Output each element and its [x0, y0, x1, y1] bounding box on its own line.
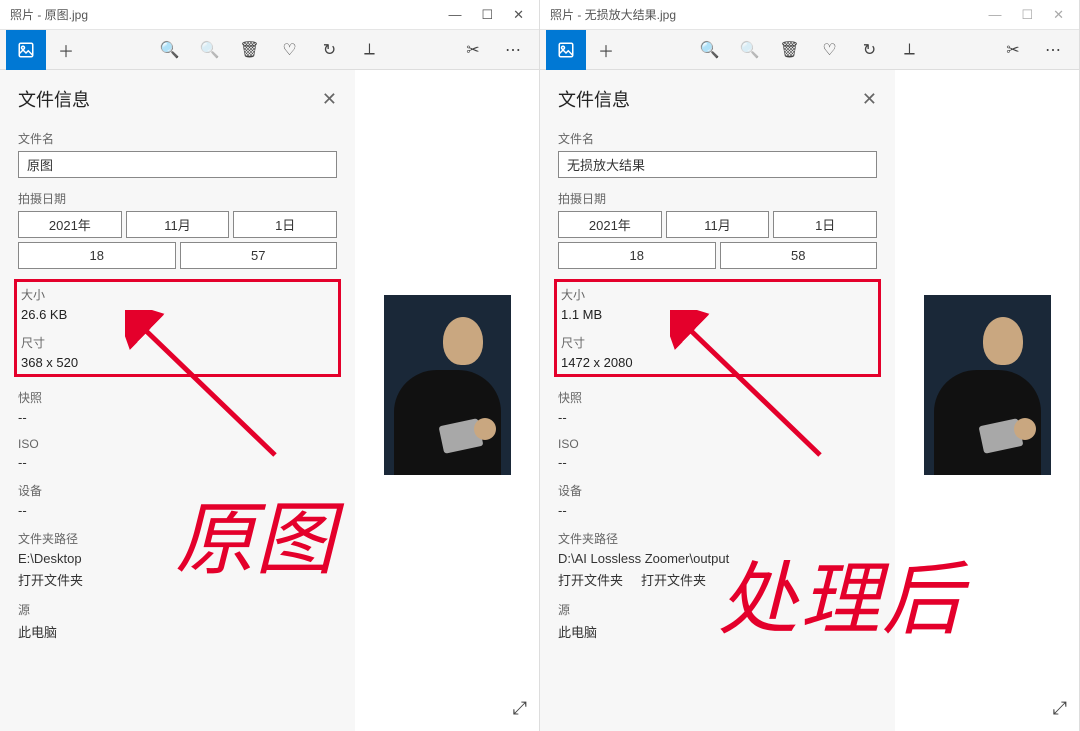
- crop-button[interactable]: ⟂: [890, 30, 930, 70]
- minute-input[interactable]: [180, 242, 338, 269]
- image-viewer[interactable]: ⤢: [355, 70, 539, 731]
- edit-button[interactable]: ✂: [993, 30, 1033, 70]
- file-info-panel: 文件信息 ✕ 文件名 拍摄日期 大小 26.6 KB 尺寸 368 x 520 …: [0, 70, 355, 731]
- zoom-in-button[interactable]: 🔍: [690, 30, 730, 70]
- snapshot-label: 快照: [558, 389, 877, 406]
- size-value: 26.6 KB: [21, 307, 334, 322]
- titlebar[interactable]: 照片 - 无损放大结果.jpg — ☐ ✕: [540, 0, 1079, 30]
- year-input[interactable]: [558, 211, 662, 238]
- snapshot-value: --: [558, 410, 877, 425]
- more-button[interactable]: ⋯: [493, 30, 533, 70]
- panel-title: 文件信息: [18, 86, 90, 112]
- edit-button[interactable]: ✂: [453, 30, 493, 70]
- snapshot-label: 快照: [18, 389, 337, 406]
- zoom-out-button[interactable]: 🔍: [730, 30, 770, 70]
- toolbar: ＋ 🔍 🔍 🗑 ♡ ↻ ⟂ ✂ ⋯: [540, 30, 1079, 70]
- content-area: 文件信息 ✕ 文件名 拍摄日期 大小 26.6 KB 尺寸 368 x 520 …: [0, 70, 539, 731]
- year-input[interactable]: [18, 211, 122, 238]
- filename-input[interactable]: [18, 151, 337, 178]
- hour-input[interactable]: [558, 242, 716, 269]
- month-input[interactable]: [126, 211, 230, 238]
- dim-value: 368 x 520: [21, 355, 334, 370]
- open-folder-link[interactable]: 打开文件夹: [558, 570, 623, 589]
- window-controls: — ☐ ✕: [448, 7, 539, 23]
- size-label: 大小: [21, 286, 334, 303]
- iso-value: --: [558, 455, 877, 470]
- delete-button[interactable]: 🗑: [770, 30, 810, 70]
- size-dim-highlight: 大小 1.1 MB 尺寸 1472 x 2080: [554, 279, 881, 377]
- photo-thumbnail: [384, 295, 511, 475]
- date-label: 拍摄日期: [558, 190, 877, 207]
- window-title: 照片 - 原图.jpg: [10, 6, 88, 23]
- minimize-button[interactable]: —: [448, 7, 461, 23]
- zoom-out-button[interactable]: 🔍: [190, 30, 230, 70]
- rotate-button[interactable]: ↻: [850, 30, 890, 70]
- iso-value: --: [18, 455, 337, 470]
- maximize-button[interactable]: ☐: [481, 7, 493, 23]
- iso-label: ISO: [18, 437, 337, 451]
- minimize-button[interactable]: —: [988, 7, 1001, 23]
- delete-button[interactable]: 🗑: [230, 30, 270, 70]
- crop-button[interactable]: ⟂: [350, 30, 390, 70]
- minute-input[interactable]: [720, 242, 878, 269]
- date-label: 拍摄日期: [18, 190, 337, 207]
- filename-label: 文件名: [18, 130, 337, 147]
- add-button[interactable]: ＋: [46, 30, 86, 70]
- close-button[interactable]: ✕: [1053, 7, 1064, 23]
- iso-label: ISO: [558, 437, 877, 451]
- add-button[interactable]: ＋: [586, 30, 626, 70]
- gallery-button[interactable]: [6, 30, 46, 70]
- panel-close-icon[interactable]: ✕: [322, 89, 337, 110]
- zoom-in-button[interactable]: 🔍: [150, 30, 190, 70]
- hour-input[interactable]: [18, 242, 176, 269]
- dim-label: 尺寸: [21, 334, 334, 351]
- annotation-label-processed: 处理后: [718, 535, 964, 651]
- day-input[interactable]: [233, 211, 337, 238]
- favorite-button[interactable]: ♡: [270, 30, 310, 70]
- favorite-button[interactable]: ♡: [810, 30, 850, 70]
- panel-close-icon[interactable]: ✕: [862, 89, 877, 110]
- titlebar[interactable]: 照片 - 原图.jpg — ☐ ✕: [0, 0, 539, 30]
- size-label: 大小: [561, 286, 874, 303]
- annotation-label-original: 原图: [175, 475, 335, 591]
- resize-handle-icon[interactable]: ⤢: [513, 698, 527, 719]
- dim-label: 尺寸: [561, 334, 874, 351]
- device-label: 设备: [558, 482, 877, 499]
- size-value: 1.1 MB: [561, 307, 874, 322]
- snapshot-value: --: [18, 410, 337, 425]
- source-value: 此电脑: [18, 622, 337, 641]
- filename-input[interactable]: [558, 151, 877, 178]
- photo-viewer-window-original: 照片 - 原图.jpg — ☐ ✕ ＋ 🔍 🔍 🗑 ♡ ↻ ⟂ ✂ ⋯ 文件信息…: [0, 0, 540, 731]
- photo-thumbnail: [924, 295, 1051, 475]
- day-input[interactable]: [773, 211, 877, 238]
- maximize-button[interactable]: ☐: [1021, 7, 1033, 23]
- toolbar: ＋ 🔍 🔍 🗑 ♡ ↻ ⟂ ✂ ⋯: [0, 30, 539, 70]
- photo-viewer-window-processed: 照片 - 无损放大结果.jpg — ☐ ✕ ＋ 🔍 🔍 🗑 ♡ ↻ ⟂ ✂ ⋯ …: [540, 0, 1080, 731]
- window-controls: — ☐ ✕: [988, 7, 1079, 23]
- filename-label: 文件名: [558, 130, 877, 147]
- device-value: --: [558, 503, 877, 518]
- close-button[interactable]: ✕: [513, 7, 524, 23]
- panel-title: 文件信息: [558, 86, 630, 112]
- size-dim-highlight: 大小 26.6 KB 尺寸 368 x 520: [14, 279, 341, 377]
- window-title: 照片 - 无损放大结果.jpg: [550, 6, 676, 23]
- source-label: 源: [18, 601, 337, 618]
- more-button[interactable]: ⋯: [1033, 30, 1073, 70]
- gallery-button[interactable]: [546, 30, 586, 70]
- month-input[interactable]: [666, 211, 770, 238]
- dim-value: 1472 x 2080: [561, 355, 874, 370]
- open-folder-link-2[interactable]: 打开文件夹: [641, 570, 706, 589]
- rotate-button[interactable]: ↻: [310, 30, 350, 70]
- resize-handle-icon[interactable]: ⤢: [1053, 698, 1067, 719]
